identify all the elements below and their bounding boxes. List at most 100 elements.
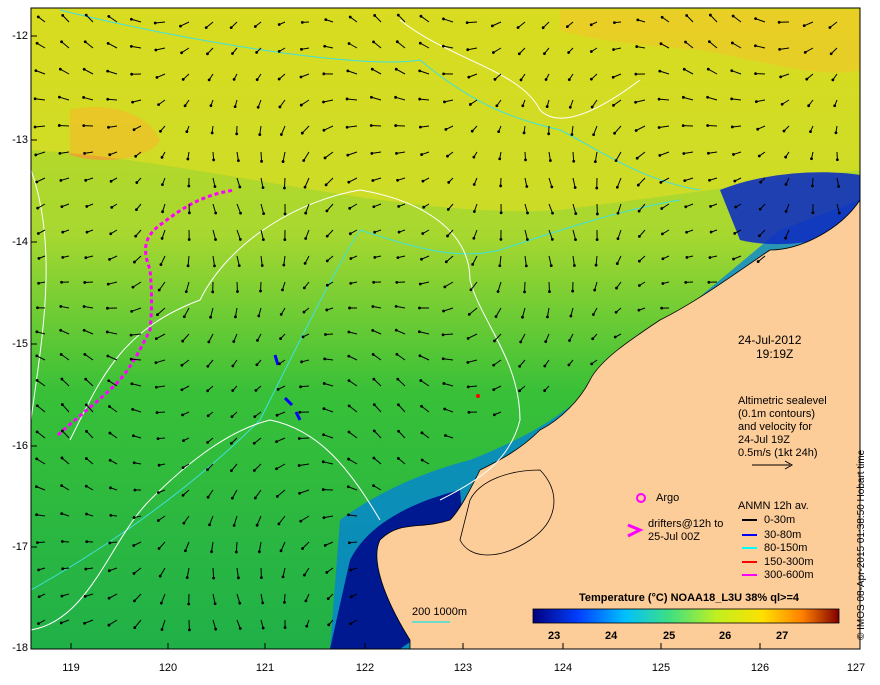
velocity-arrow-head	[779, 75, 782, 78]
velocity-arrow-head	[238, 186, 241, 189]
velocity-arrow-head	[323, 45, 326, 48]
velocity-arrow-head	[349, 16, 352, 19]
velocity-arrow-head	[61, 403, 64, 406]
velocity-arrow-head	[807, 104, 810, 107]
velocity-arrow-head	[133, 599, 136, 602]
velocity-arrow-head	[754, 17, 757, 20]
velocity-arrow	[261, 152, 262, 161]
velocity-arrow-head	[467, 76, 470, 79]
time-label: 19:19Z	[756, 348, 793, 361]
velocity-arrow-head	[133, 516, 136, 519]
altimetry-note-line: (0.1m contours)	[738, 408, 815, 421]
velocity-arrow-head	[154, 22, 157, 25]
velocity-arrow-head	[519, 340, 522, 343]
velocity-arrow-head	[108, 542, 111, 545]
velocity-arrow-head	[84, 40, 87, 43]
velocity-arrow-head	[546, 105, 549, 108]
anmn-depth-label: 0-30m	[764, 514, 795, 526]
velocity-arrow-head	[158, 464, 161, 467]
velocity-arrow-head	[37, 622, 40, 625]
velocity-arrow-head	[837, 185, 840, 188]
velocity-arrow-head	[35, 513, 38, 516]
velocity-arrow-head	[346, 98, 349, 101]
velocity-arrow-head	[520, 79, 523, 82]
velocity-arrow-head	[108, 569, 111, 572]
velocity-arrow-head	[521, 316, 524, 319]
velocity-arrow-head	[613, 21, 616, 24]
velocity-arrow-head	[572, 160, 575, 163]
velocity-arrow-head	[574, 212, 577, 215]
velocity-arrow-head	[34, 69, 37, 72]
lat-label: -14	[4, 236, 28, 248]
velocity-arrow-head	[526, 212, 529, 215]
velocity-arrow-head	[545, 78, 548, 81]
velocity-arrow-head	[106, 355, 109, 358]
velocity-arrow-head	[262, 186, 265, 189]
velocity-arrow-head	[346, 69, 349, 72]
velocity-arrow-head	[348, 379, 351, 382]
velocity-arrow-head	[211, 132, 214, 135]
velocity-arrow-head	[84, 256, 87, 259]
velocity-arrow-head	[186, 158, 189, 161]
velocity-arrow-head	[206, 468, 209, 471]
velocity-arrow-head	[347, 355, 350, 358]
velocity-arrow-head	[636, 157, 639, 160]
velocity-arrow-head	[373, 457, 376, 460]
velocity-arrow-head	[638, 309, 641, 312]
velocity-arrow-head	[237, 159, 240, 162]
velocity-arrow-head	[684, 205, 687, 208]
velocity-arrow-head	[370, 96, 373, 99]
velocity-arrow-head	[566, 25, 569, 28]
velocity-arrow-head	[84, 568, 87, 571]
velocity-arrow-head	[109, 486, 112, 489]
velocity-arrow-head	[110, 180, 113, 183]
velocity-arrow-head	[182, 439, 185, 442]
velocity-arrow-head	[838, 212, 841, 215]
velocity-arrow-head	[443, 285, 446, 288]
velocity-arrow-head	[61, 595, 64, 598]
velocity-arrow-head	[590, 50, 593, 53]
velocity-arrow-head	[58, 152, 61, 155]
colorbar-title: Temperature (°C) NOAA18_L3U 38% ql>=4	[579, 592, 799, 605]
velocity-arrow-head	[682, 152, 685, 155]
velocity-arrow-head	[235, 132, 238, 135]
velocity-arrow-head	[492, 364, 495, 367]
velocity-arrow-head	[239, 238, 242, 241]
velocity-arrow-head	[323, 129, 326, 132]
velocity-arrow-head	[157, 519, 160, 522]
velocity-arrow-head	[60, 512, 63, 515]
velocity-arrow-head	[550, 264, 553, 267]
velocity-arrow-head	[323, 357, 326, 360]
velocity-arrow-head	[303, 286, 306, 289]
velocity-arrow-head	[161, 210, 164, 213]
velocity-arrow-head	[60, 378, 63, 381]
velocity-arrow-head	[571, 290, 574, 293]
velocity-arrow-head	[395, 305, 398, 308]
velocity-arrow-head	[298, 411, 301, 414]
velocity-arrow-head	[372, 281, 375, 284]
velocity-arrow-head	[300, 360, 303, 363]
velocity-arrow-head	[236, 290, 239, 293]
velocity-arrow-head	[634, 73, 637, 76]
velocity-arrow-head	[372, 40, 375, 43]
velocity-arrow-head	[811, 184, 814, 187]
velocity-arrow-head	[397, 457, 400, 460]
velocity-arrow-head	[706, 124, 709, 127]
velocity-arrow-head	[155, 361, 158, 364]
velocity-arrow-head	[130, 45, 133, 48]
velocity-arrow-head	[130, 310, 133, 313]
velocity-arrow-head	[442, 310, 445, 313]
velocity-arrow-head	[155, 337, 158, 340]
velocity-arrow-head	[757, 260, 760, 263]
velocity-arrow-head	[347, 181, 350, 184]
velocity-arrow-head	[255, 51, 258, 54]
velocity-arrow-head	[188, 211, 191, 214]
velocity-arrow-head	[212, 159, 215, 162]
anmn-depth-label: 30-80m	[764, 529, 801, 541]
velocity-arrow-head	[447, 208, 450, 211]
velocity-arrow-head	[804, 51, 807, 54]
velocity-arrow-head	[420, 405, 423, 408]
velocity-arrow-head	[108, 624, 111, 627]
velocity-arrow-head	[186, 576, 189, 579]
velocity-arrow-head	[36, 42, 39, 45]
